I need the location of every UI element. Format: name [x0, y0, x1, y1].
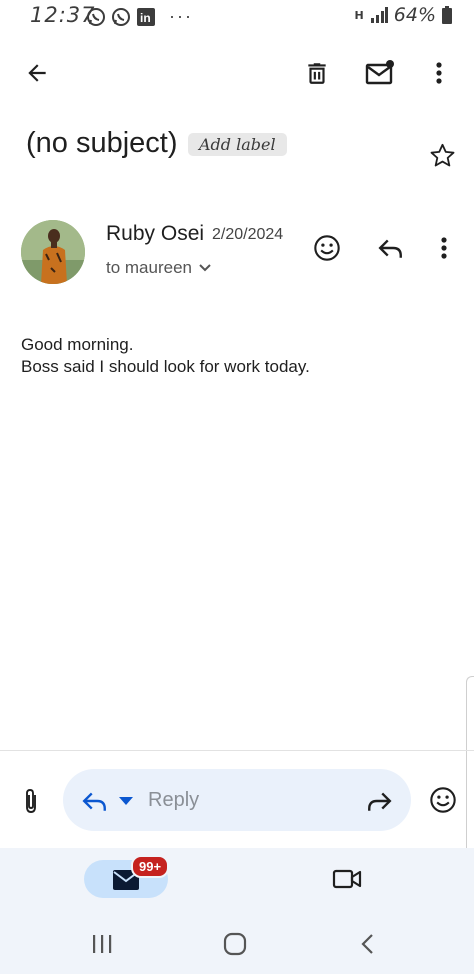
star-button[interactable]	[427, 140, 457, 170]
delete-button[interactable]	[300, 56, 334, 90]
email-body: Good morning. Boss said I should look fo…	[21, 334, 310, 378]
divider	[0, 750, 474, 751]
forward-icon	[368, 792, 392, 811]
network-type: H	[354, 8, 364, 22]
unread-badge: 99+	[131, 855, 170, 878]
signal-icon	[370, 7, 388, 23]
svg-text:in: in	[140, 11, 151, 25]
status-right: H 64%	[355, 4, 452, 26]
more-icon	[441, 237, 447, 259]
linkedin-icon: in	[137, 7, 155, 26]
system-back-button[interactable]	[352, 928, 384, 960]
recent-apps-icon	[93, 935, 112, 953]
more-icon	[436, 62, 442, 84]
emoji-icon	[314, 235, 340, 261]
forward-button[interactable]	[364, 787, 394, 815]
body-line: Boss said I should look for work today.	[21, 357, 310, 376]
back-icon	[28, 64, 46, 82]
battery-icon	[442, 6, 452, 24]
sender-avatar[interactable]	[21, 220, 85, 284]
sender-name: Ruby Osei	[106, 222, 205, 245]
body-line: Good morning.	[21, 335, 134, 354]
message-more-button[interactable]	[432, 232, 456, 264]
edge-panel-handle[interactable]	[466, 676, 474, 856]
star-icon	[430, 143, 454, 166]
email-subject: (no subject)	[26, 127, 178, 159]
add-label-button[interactable]: Add label	[188, 133, 287, 156]
home-button[interactable]	[219, 928, 251, 960]
nav-meet[interactable]	[330, 864, 364, 894]
mark-unread-button[interactable]	[362, 56, 398, 90]
reply-button[interactable]	[374, 232, 408, 264]
recent-apps-button[interactable]	[86, 928, 118, 960]
reply-icon	[82, 792, 106, 811]
notification-icons: in ···	[86, 6, 193, 27]
home-icon	[223, 932, 247, 956]
emoji-button[interactable]	[427, 784, 459, 816]
more-notifications-icon: ···	[169, 6, 193, 26]
attach-button[interactable]	[16, 785, 46, 817]
email-date: 2/20/2024	[212, 226, 284, 243]
attachment-icon	[26, 789, 36, 813]
emoji-icon	[430, 787, 456, 813]
chevron-down-icon	[199, 264, 211, 272]
video-icon	[332, 869, 362, 889]
reply-placeholder: Reply	[148, 789, 200, 811]
whatsapp-icon	[112, 7, 130, 26]
avatar-photo	[21, 220, 85, 284]
mark-unread-icon	[365, 60, 394, 85]
reply-mode-icon-button[interactable]	[80, 787, 110, 815]
react-button[interactable]	[310, 231, 344, 265]
delete-icon	[308, 63, 326, 84]
reply-icon	[378, 239, 402, 258]
recipient-text: to maureen	[106, 258, 192, 277]
whatsapp-icon	[87, 7, 105, 26]
more-options-button[interactable]	[424, 56, 454, 90]
caret-down-icon	[119, 797, 133, 805]
back-button[interactable]	[20, 56, 54, 90]
chevron-left-icon	[361, 934, 373, 954]
battery-percent: 64%	[393, 4, 436, 26]
recipients-toggle[interactable]: to maureen	[106, 258, 212, 278]
reply-mode-dropdown[interactable]	[116, 792, 136, 810]
